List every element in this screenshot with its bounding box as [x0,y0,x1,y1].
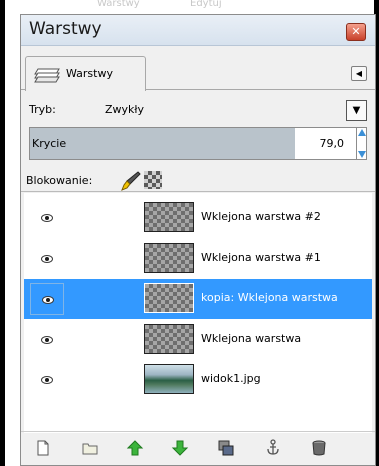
layers-dialog: Warstwy ✕ Warstwy ◀ Tryb: Zwykły ▼ Kryci… [20,14,376,466]
anchor-layer-icon[interactable] [264,439,282,457]
mode-select[interactable]: Zwykły [105,103,144,116]
background-strip: Warstwy Edytuj [5,0,374,13]
lock-alpha-icon[interactable] [144,171,162,189]
layer-name[interactable]: kopia: Wklejona warstwa [201,291,338,304]
eye-icon [41,336,53,344]
lower-layer-icon[interactable] [171,439,189,457]
layer-name[interactable]: widok1.jpg [201,372,261,385]
layer-row[interactable]: widok1.jpg [24,360,372,400]
visibility-toggle[interactable] [30,243,64,275]
layer-row[interactable]: Wklejona warstwa #1 [24,239,372,279]
spin-down-icon[interactable] [358,151,366,158]
layer-thumbnail [144,283,194,313]
new-layer-icon[interactable] [34,439,52,457]
visibility-toggle[interactable] [30,364,64,396]
mode-label: Tryb: [29,103,56,116]
spin-up-icon[interactable] [358,129,366,136]
raise-layer-icon[interactable] [126,439,144,457]
layer-row[interactable]: Wklejona warstwa #2 [24,198,372,238]
visibility-toggle[interactable] [30,324,64,356]
window-title: Warstwy [29,19,102,39]
titlebar: Warstwy ✕ [21,15,375,46]
lock-pixels-brush-icon[interactable] [119,170,141,192]
new-group-icon[interactable] [81,439,99,457]
eye-icon [41,376,53,384]
opacity-value[interactable]: 79,0 [320,137,345,150]
opacity-spinner[interactable] [356,128,366,159]
visibility-toggle[interactable] [30,283,64,315]
mode-row: Tryb: Zwykły ▼ [21,99,375,123]
delete-layer-icon[interactable] [310,439,328,457]
layer-name[interactable]: Wklejona warstwa [201,332,301,345]
layer-thumbnail [144,364,194,394]
layer-thumbnail [144,243,194,273]
eye-icon [42,296,54,304]
tab-layers[interactable]: Warstwy [25,56,146,91]
layer-thumbnail [144,324,194,354]
eye-icon [41,255,53,263]
tab-bar: Warstwy ◀ [21,48,375,91]
opacity-slider[interactable]: Krycie 79,0 [29,127,367,160]
opacity-fill [30,128,296,159]
layers-toolbar [21,431,375,465]
layers-icon [34,68,60,83]
layer-row[interactable]: Wklejona warstwa [24,320,372,360]
opacity-label: Krycie [32,137,67,150]
layer-list: Wklejona warstwa #2 Wklejona warstwa #1 … [24,193,372,433]
eye-icon [41,214,53,222]
duplicate-layer-icon[interactable] [217,439,235,457]
layer-row-selected[interactable]: kopia: Wklejona warstwa [24,279,372,319]
close-button[interactable]: ✕ [346,23,366,41]
mode-dropdown-button[interactable]: ▼ [346,100,367,121]
lock-label: Blokowanie: [26,174,93,187]
background-ghost-text: Edytuj [190,0,222,9]
layer-thumbnail [144,202,194,232]
background-frame-left [0,0,5,466]
tab-menu-button[interactable]: ◀ [351,66,367,81]
layer-name[interactable]: Wklejona warstwa #1 [201,251,321,264]
tab-label: Warstwy [66,67,113,80]
visibility-toggle[interactable] [30,202,64,234]
lock-row: Blokowanie: [21,168,375,192]
layer-name[interactable]: Wklejona warstwa #2 [201,210,321,223]
background-ghost-text: Warstwy [97,0,140,9]
